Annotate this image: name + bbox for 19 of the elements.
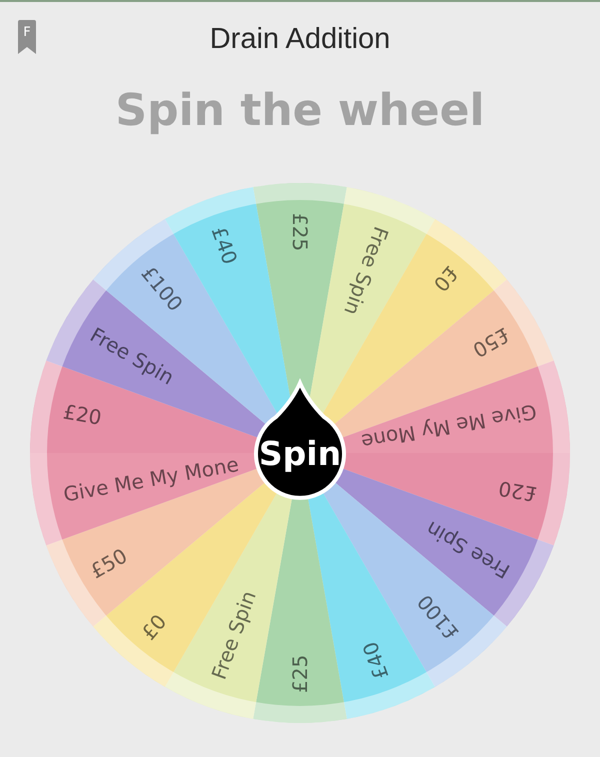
- spin-button[interactable]: Spin: [254, 381, 346, 500]
- segment-label: £50: [86, 544, 132, 584]
- segment-label: Give Me My Mone: [360, 400, 538, 454]
- segment-label: £40: [206, 223, 242, 268]
- segment-label: £20: [62, 400, 104, 430]
- segment-label: £0: [136, 610, 172, 645]
- segment-label: Free Spin: [422, 516, 514, 584]
- segment-label: Free Spin: [86, 322, 178, 390]
- segment-label: £25: [288, 213, 312, 252]
- segment-label: £50: [468, 322, 514, 362]
- segment-label: Free Spin: [339, 223, 394, 318]
- segment-label: £20: [496, 476, 538, 506]
- wheel-heading: Spin the wheel: [114, 84, 486, 138]
- segment-label: Free Spin: [206, 588, 261, 683]
- page-title: Drain Addition: [210, 22, 390, 56]
- segment-label: Give Me My Mone: [62, 452, 240, 506]
- segment-label: £25: [288, 654, 312, 693]
- segment-label: £40: [358, 638, 394, 683]
- segment-label: £0: [428, 261, 464, 296]
